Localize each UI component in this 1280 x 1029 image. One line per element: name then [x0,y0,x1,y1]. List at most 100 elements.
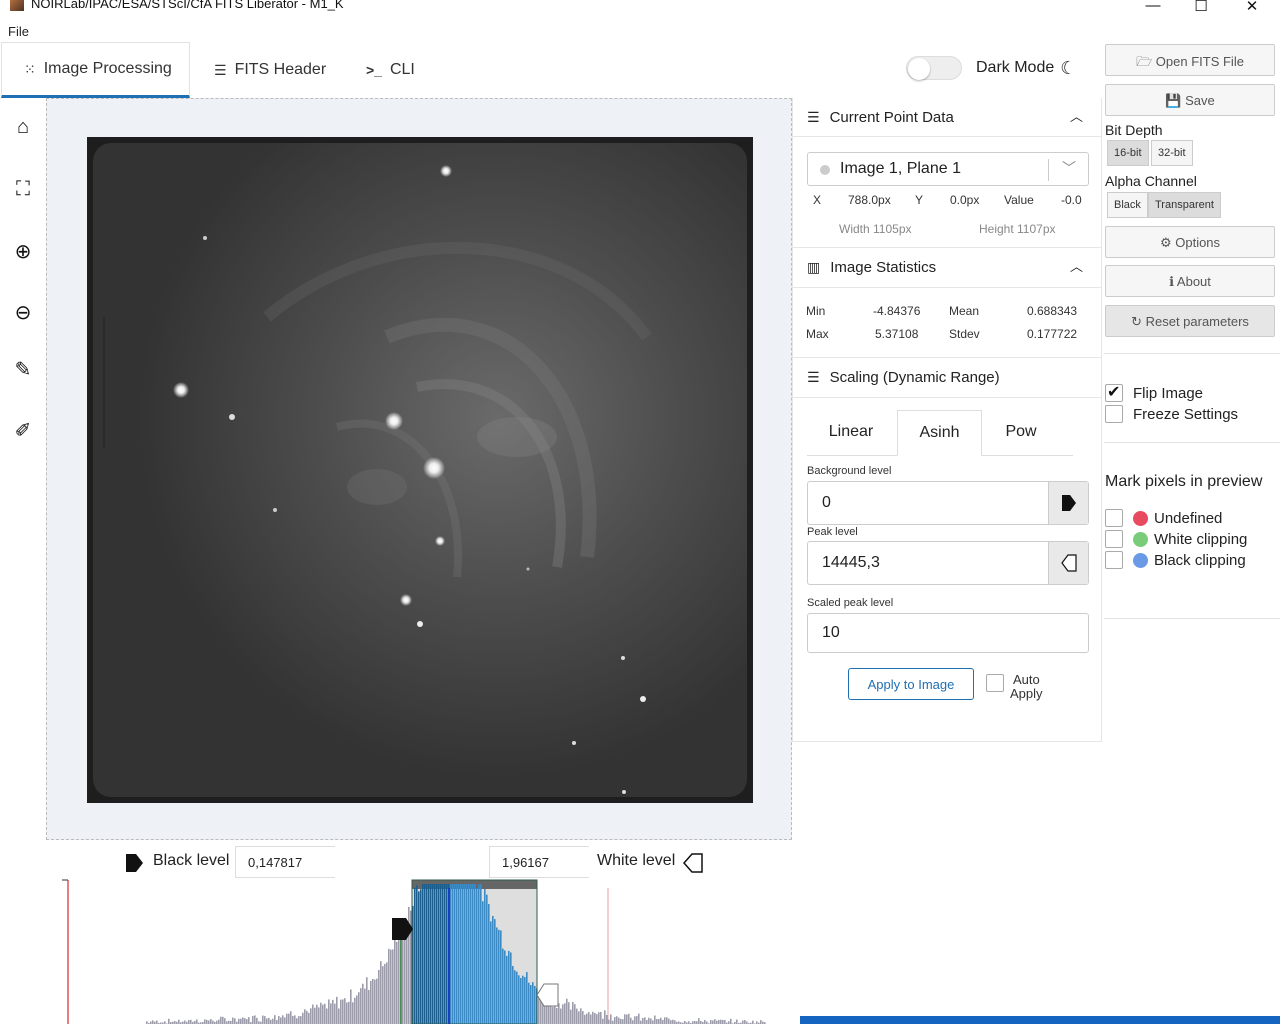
stdev-value: 0.177722 [1027,327,1077,341]
histogram-bar [476,888,478,1024]
black-marker-icon [1061,494,1077,512]
histogram-bar [286,1014,288,1024]
dark-mode-toggle[interactable] [906,56,962,80]
black-level-picker-button[interactable] [1048,482,1088,524]
save-button[interactable]: 💾 Save [1105,84,1275,116]
histogram-bar [248,1017,250,1024]
histogram-bar [516,972,518,1024]
divider [793,136,1101,137]
white-level-label: White level [597,852,675,870]
histogram-bar [486,895,488,1024]
background-level-label: Background level [807,465,891,477]
white-clipping-label: White clipping [1154,531,1247,548]
scaled-peak-field[interactable]: 10 [807,613,1089,653]
image-plane-select[interactable]: Image 1, Plane 1 ﹀ [807,152,1089,186]
freeze-settings-checkbox[interactable] [1105,405,1123,423]
alpha-transparent-button[interactable]: Transparent [1148,192,1221,218]
histogram[interactable] [46,878,792,1024]
tab-fits-header[interactable]: ☰ FITS Header [214,42,344,98]
minimize-button[interactable]: — [1130,0,1176,17]
bit-32-button[interactable]: 32-bit [1151,140,1193,166]
histogram-bar [654,1016,656,1024]
mark-undefined-checkbox[interactable] [1105,509,1123,527]
dark-mode-label: Dark Mode [976,59,1054,77]
histogram-bar [524,977,526,1024]
histogram-bar [534,986,536,1024]
background-level-field[interactable]: 0 [807,481,1089,525]
bit-16-button[interactable]: 16-bit [1107,140,1149,166]
value-label: Value [1004,193,1034,207]
tab-linear[interactable]: Linear [807,410,895,456]
chevron-up-icon[interactable]: ︿ [1070,106,1083,125]
histogram-bar [490,921,492,1024]
histogram-bar [362,984,364,1024]
tab-image-processing[interactable]: ⁙ Image Processing [1,42,190,98]
histogram-bar [334,1004,336,1024]
tab-cli[interactable]: >_ CLI [366,42,436,98]
stats-header[interactable]: ▥ Image Statistics ︿ [793,248,1101,286]
reset-parameters-button[interactable]: ↻ Reset parameters [1105,305,1275,337]
histogram-bar [292,1016,294,1024]
flip-image-option[interactable]: Flip Image [1105,384,1203,402]
apply-to-image-button[interactable]: Apply to Image [848,668,974,700]
about-button[interactable]: ℹ About [1105,265,1275,297]
white-level-picker-button[interactable] [1048,542,1088,584]
histogram-bar [666,1017,668,1024]
auto-apply-checkbox[interactable] [986,674,1004,692]
menu-file[interactable]: File [8,24,29,39]
tab-asinh[interactable]: Asinh [897,410,982,456]
black-clipping-checkbox[interactable] [1105,551,1123,569]
gear-icon: ⚙ [1160,235,1175,250]
white-level-input[interactable]: 1,96167 [489,846,589,878]
histogram-bar [458,884,460,1024]
maximize-button[interactable]: ☐ [1178,0,1224,17]
histogram-bar [718,1020,720,1024]
fit-screen-icon[interactable]: ⛶ [10,178,36,204]
close-button[interactable]: ✕ [1229,0,1275,17]
histogram-bar [422,884,424,1024]
flip-image-checkbox[interactable] [1105,384,1123,402]
histogram-bar [418,891,420,1024]
image-canvas[interactable] [46,98,792,840]
histogram-bar [388,949,390,1024]
histogram-bar [284,1017,286,1024]
home-icon[interactable]: ⌂ [10,116,36,142]
folder-icon: 🗁 [1136,54,1156,69]
tab-pow[interactable]: Pow [982,410,1060,456]
eyedropper-icon[interactable]: ✎ [10,357,36,383]
alpha-black-button[interactable]: Black [1107,192,1148,218]
peak-level-field[interactable]: 14445,3 [807,541,1089,585]
point-data-header[interactable]: ☰ Current Point Data ︿ [793,98,1101,136]
options-button[interactable]: ⚙ Options [1105,226,1275,258]
fits-preview-image[interactable] [87,137,753,803]
chevron-up-icon[interactable]: ︿ [1070,256,1083,275]
open-fits-button[interactable]: 🗁 Open FITS File [1105,44,1275,76]
histogram-bar [432,884,434,1024]
histogram-bar [724,1020,726,1024]
black-level-input[interactable]: 0,147817 [235,846,335,878]
histogram-bar [426,884,428,1024]
histogram-bar [366,977,368,1024]
freeze-settings-option[interactable]: Freeze Settings [1105,405,1238,423]
histogram-bar [340,1000,342,1024]
histogram-bar [658,1019,660,1024]
histogram-bar [204,1019,206,1024]
histogram-bar [318,1007,320,1024]
mark-black-clipping-option[interactable]: Black clipping [1105,551,1246,569]
histogram-bar [384,964,386,1024]
mark-white-clipping-option[interactable]: White clipping [1105,530,1247,548]
mark-undefined-option[interactable]: Undefined [1105,509,1222,527]
histogram-bar [730,1019,732,1024]
histogram-bar [296,1018,298,1024]
histogram-bar [442,884,444,1024]
zoom-out-icon[interactable]: ⊖ [10,300,36,326]
black-level-handle[interactable] [392,918,413,940]
histogram-bar [424,884,426,1024]
eyedropper-white-icon[interactable]: ✐ [10,418,36,444]
zoom-in-icon[interactable]: ⊕ [10,239,36,265]
histogram-bar [618,1018,620,1024]
histogram-bar [324,1004,326,1024]
white-clipping-checkbox[interactable] [1105,530,1123,548]
histogram-bar [358,992,360,1024]
histogram-bar [720,1020,722,1024]
